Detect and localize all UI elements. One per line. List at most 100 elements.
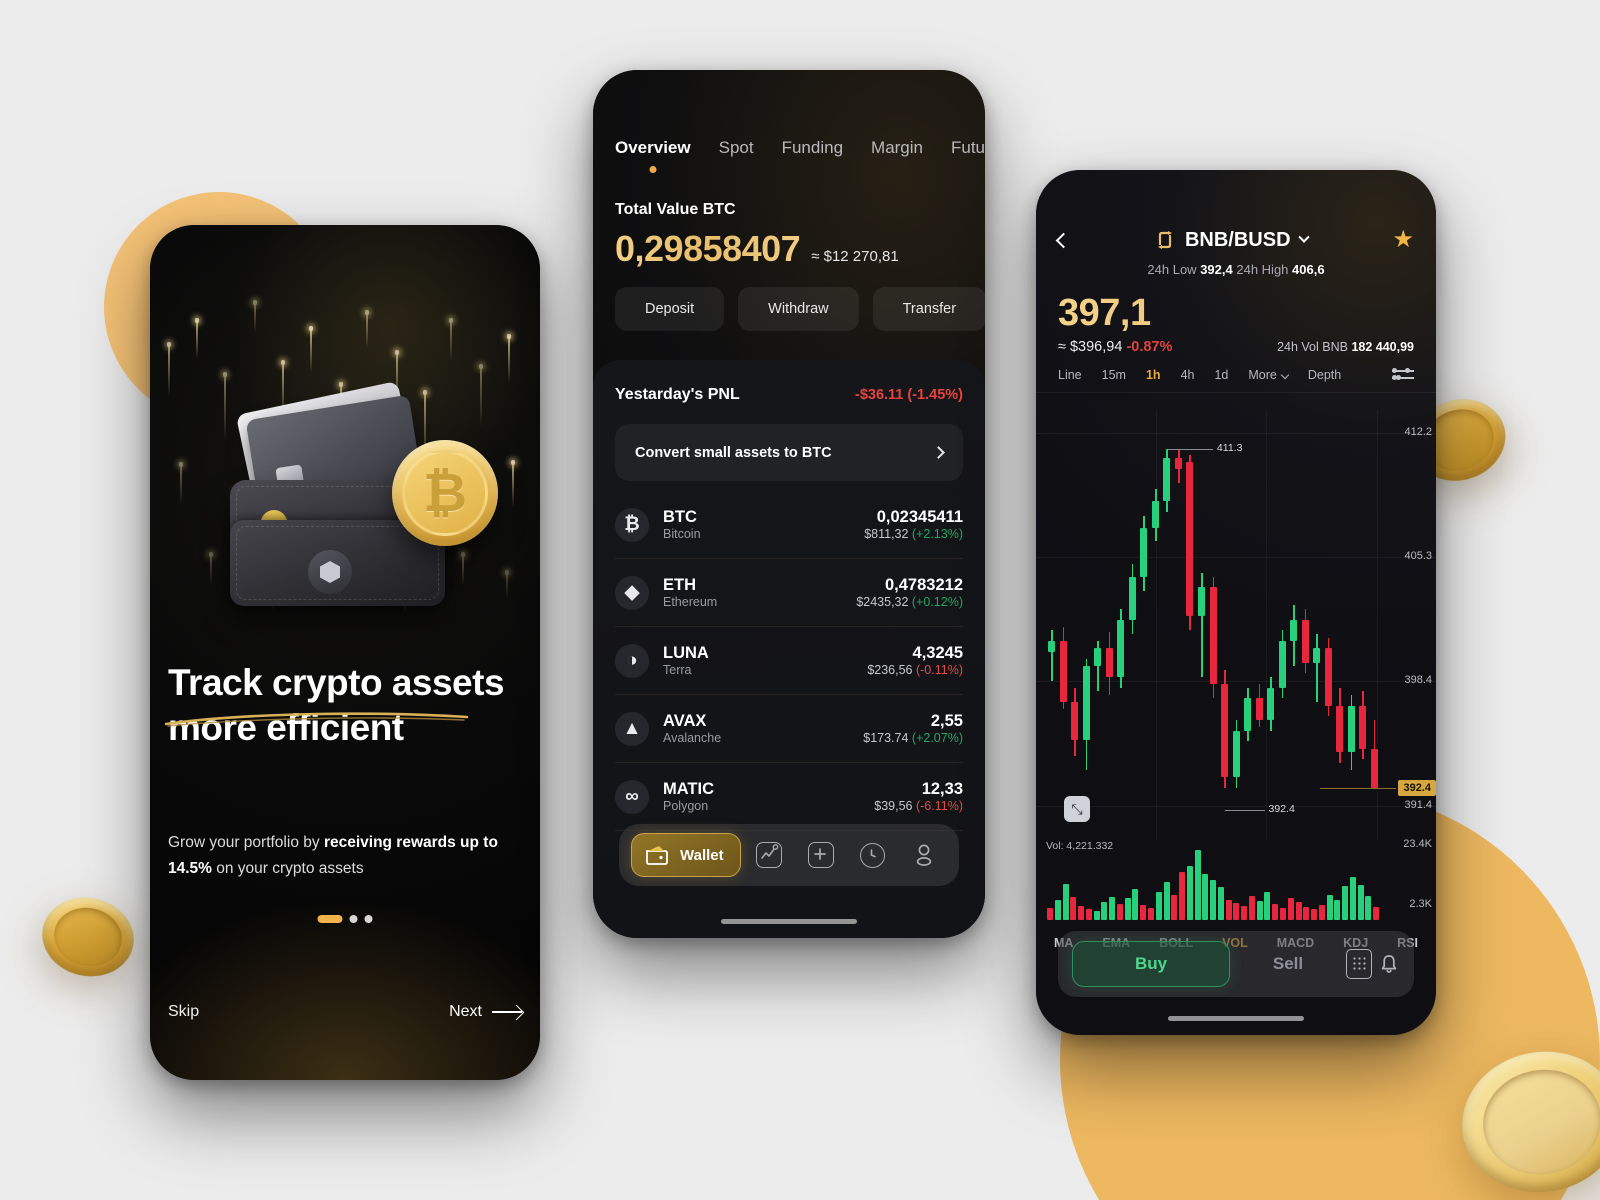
annotation-high: 411.3 bbox=[1217, 442, 1243, 454]
volume-bar bbox=[1187, 866, 1193, 920]
volume-bar bbox=[1140, 905, 1146, 920]
timeframe-line[interactable]: Line bbox=[1058, 368, 1082, 382]
asset-amount: 0,4783212 bbox=[856, 576, 963, 596]
asset-names: BTC Bitcoin bbox=[663, 508, 864, 541]
skip-button[interactable]: Skip bbox=[168, 1003, 199, 1021]
asset-fiat: $2435,32 (+0.12%) bbox=[856, 595, 963, 609]
high-label: 24h High bbox=[1236, 262, 1288, 277]
asset-values: 12,33 $39,56 (-6.11%) bbox=[874, 780, 963, 814]
decorative-gold-coin-bottom-left bbox=[35, 889, 141, 984]
tab-overview[interactable]: Overview bbox=[615, 138, 691, 158]
calculator-icon[interactable] bbox=[1346, 949, 1372, 979]
volume-bar bbox=[1195, 850, 1201, 920]
volume-bar bbox=[1063, 884, 1069, 920]
deposit-button[interactable]: Deposit bbox=[615, 287, 724, 331]
pnl-value: -$36.11 (-1.45%) bbox=[855, 387, 963, 403]
timeframe-4h[interactable]: 4h bbox=[1181, 368, 1195, 382]
24h-range: 24h Low 392,4 24h High 406,6 bbox=[1058, 262, 1414, 277]
volume-bar bbox=[1047, 908, 1053, 920]
star-icon[interactable]: ★ bbox=[1392, 228, 1414, 252]
page-title: Track crypto assets more efficient bbox=[168, 660, 508, 750]
candle bbox=[1060, 410, 1067, 840]
buy-button[interactable]: Buy bbox=[1072, 941, 1230, 987]
onboarding-subtitle: Grow your portfolio by receiving rewards… bbox=[168, 830, 498, 881]
back-button[interactable] bbox=[1056, 232, 1072, 248]
vol-label: 24h Vol BNB bbox=[1277, 340, 1348, 354]
asset-row[interactable]: ▲ AVAX Avalanche 2,55 $173.74 (+2.07%) bbox=[615, 695, 963, 763]
nav-item-profile[interactable] bbox=[901, 842, 947, 868]
trading-pair-selector[interactable]: BNB/BUSD bbox=[1154, 229, 1308, 252]
more-label: More bbox=[1248, 368, 1276, 382]
candle bbox=[1140, 410, 1147, 840]
asset-row[interactable]: ₿ BTC Bitcoin 0,02345411 $811,32 (+2.13%) bbox=[615, 491, 963, 559]
asset-row[interactable]: ◆ ETH Ethereum 0,4783212 $2435,32 (+0.12%) bbox=[615, 559, 963, 627]
volume-bar bbox=[1148, 908, 1154, 920]
price-axis-tick: 391.4 bbox=[1404, 799, 1432, 811]
price-axis-tick: 412.2 bbox=[1404, 426, 1432, 438]
sell-button[interactable]: Sell bbox=[1236, 954, 1340, 974]
candle bbox=[1175, 410, 1182, 840]
nav-item-wallet[interactable]: Wallet bbox=[631, 833, 741, 877]
price-zone: 397,1 ≈ $396,94 -0.87% 24h Vol BNB 182 4… bbox=[1036, 294, 1436, 355]
tab-funding[interactable]: Funding bbox=[782, 138, 843, 158]
wallet-illustration: ₿ bbox=[212, 385, 482, 615]
chevron-down-icon bbox=[1298, 232, 1309, 243]
asset-values: 0,02345411 $811,32 (+2.13%) bbox=[864, 508, 963, 542]
volume-bar bbox=[1272, 904, 1278, 920]
pagination-dot-3[interactable] bbox=[365, 915, 373, 923]
asset-change: (-0.11%) bbox=[916, 663, 963, 677]
volume-bar bbox=[1055, 900, 1061, 920]
volume-chart: Vol: 4,221.332 23.4K 2.3K bbox=[1036, 842, 1436, 920]
subtitle-part-1: Grow your portfolio by bbox=[168, 834, 324, 851]
spark-icon bbox=[512, 463, 514, 507]
matic-icon: ∞ bbox=[615, 780, 649, 814]
candle bbox=[1244, 410, 1251, 840]
pair-name: BNB/BUSD bbox=[1185, 229, 1291, 252]
volume-bar bbox=[1109, 897, 1115, 920]
volume-bar bbox=[1132, 889, 1138, 920]
tab-spot[interactable]: Spot bbox=[719, 138, 754, 158]
asset-row[interactable]: ∞ MATIC Polygon 12,33 $39,56 (-6.11%) bbox=[615, 763, 963, 831]
total-value-row: 0,29858407 ≈ $12 270,81 bbox=[615, 228, 899, 270]
volume-bar bbox=[1373, 907, 1379, 920]
timeframe-1h[interactable]: 1h bbox=[1146, 368, 1161, 382]
candle bbox=[1359, 410, 1366, 840]
convert-small-assets-button[interactable]: Convert small assets to BTC bbox=[615, 424, 963, 481]
candle bbox=[1336, 410, 1343, 840]
asset-change: (+2.07%) bbox=[912, 731, 963, 745]
phone-chart: BNB/BUSD ★ 24h Low 392,4 24h High 406,6 … bbox=[1036, 170, 1436, 1035]
chevron-right-icon bbox=[932, 446, 945, 459]
next-button[interactable]: Next bbox=[449, 1003, 522, 1021]
bell-icon[interactable] bbox=[1378, 953, 1400, 975]
title-underline-swoosh bbox=[164, 711, 469, 727]
asset-values: 4,3245 $236,56 (-0.11%) bbox=[867, 644, 963, 678]
candle bbox=[1129, 410, 1136, 840]
asset-symbol: BTC bbox=[663, 508, 864, 527]
transfer-button[interactable]: Transfer bbox=[873, 287, 985, 331]
asset-name: Ethereum bbox=[663, 595, 856, 609]
subtitle-part-2: on your crypto assets bbox=[212, 860, 364, 877]
more-dropdown[interactable]: More bbox=[1248, 368, 1287, 382]
hexagon-badge-icon bbox=[308, 550, 352, 594]
asset-change: (+0.12%) bbox=[912, 595, 963, 609]
candlestick-chart[interactable]: ⤡ 412.2 405.3 398.4 391.4 411.3 392.4 392.4 bbox=[1036, 410, 1436, 840]
wallet-action-buttons: Deposit Withdraw Transfer bbox=[615, 287, 985, 331]
tab-margin[interactable]: Margin bbox=[871, 138, 923, 158]
vol-value: 182 440,99 bbox=[1351, 340, 1414, 354]
pagination-dot-2[interactable] bbox=[350, 915, 358, 923]
asset-row[interactable]: ◑ LUNA Terra 4,3245 $236,56 (-0.11%) bbox=[615, 627, 963, 695]
pagination-dot-1[interactable] bbox=[318, 915, 343, 923]
nav-item-markets[interactable] bbox=[747, 842, 793, 868]
sliders-icon[interactable] bbox=[1392, 368, 1414, 382]
nav-item-history[interactable] bbox=[850, 843, 896, 868]
eth-icon: ◆ bbox=[615, 576, 649, 610]
total-value-label: Total Value BTC bbox=[615, 201, 736, 219]
withdraw-button[interactable]: Withdraw bbox=[738, 287, 858, 331]
volume-axis-tick-max: 23.4K bbox=[1403, 838, 1432, 850]
depth-tab[interactable]: Depth bbox=[1308, 368, 1341, 382]
timeframe-1d[interactable]: 1d bbox=[1214, 368, 1228, 382]
price-usd-row: ≈ $396,94 -0.87% bbox=[1058, 339, 1172, 355]
timeframe-15m[interactable]: 15m bbox=[1102, 368, 1126, 382]
tab-futur[interactable]: Futur bbox=[951, 138, 985, 158]
nav-item-trade[interactable] bbox=[798, 842, 844, 868]
